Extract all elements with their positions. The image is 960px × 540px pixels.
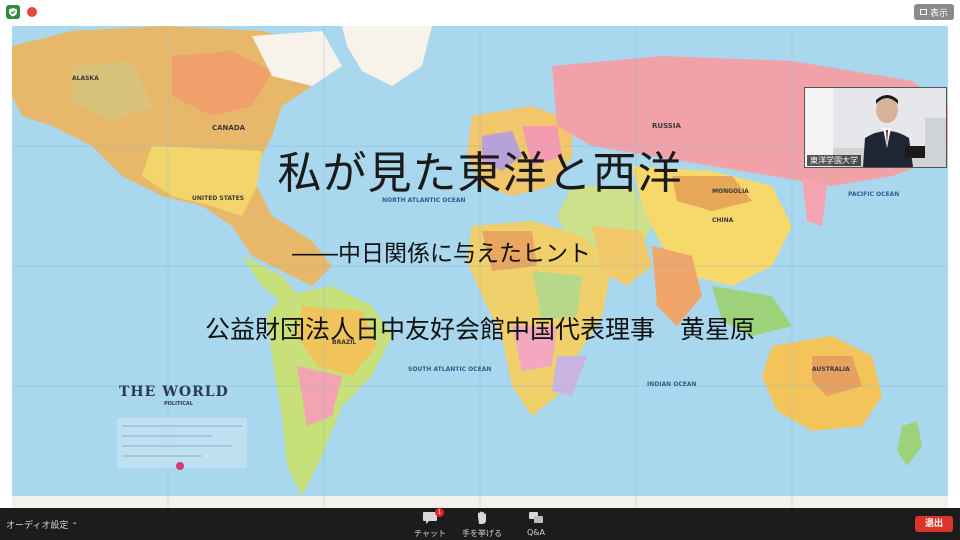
map-label-alaska: ALASKA	[72, 75, 99, 82]
view-button-label: 表示	[929, 8, 948, 19]
view-button[interactable]: 表示	[913, 4, 954, 20]
audio-settings-button[interactable]: オーディオ設定 ⌃	[6, 518, 78, 531]
qa-button[interactable]: Q&A	[514, 511, 558, 537]
raise-hand-icon	[474, 511, 490, 525]
chat-badge: 1	[435, 508, 444, 517]
slide-subtitle: ――中日関係に与えたヒント	[292, 241, 591, 267]
map-legend-subtitle: POLITICAL	[164, 401, 193, 407]
raise-hand-button[interactable]: 手を挙げる	[460, 511, 504, 539]
map-label-russia: RUSSIA	[652, 122, 681, 130]
security-shield-icon[interactable]	[6, 5, 20, 19]
audio-settings-label: オーディオ設定	[6, 521, 69, 531]
meeting-top-bar: 表示	[0, 0, 960, 24]
participant-video-tile[interactable]: 東洋学園大学	[804, 87, 947, 168]
map-label-australia: AUSTRALIA	[812, 366, 850, 373]
map-label-south-atlantic: SOUTH ATLANTIC OCEAN	[408, 366, 491, 373]
participant-name: 東洋学園大学	[807, 155, 861, 166]
slide-author: 公益財団法人日中友好会館中国代表理事 黄星原	[204, 315, 755, 344]
map-label-china: CHINA	[712, 217, 734, 224]
qa-label: Q&A	[526, 528, 545, 537]
view-grid-icon	[919, 9, 927, 15]
chat-button[interactable]: 1 チャット	[408, 508, 452, 539]
map-label-indian-ocean: INDIAN OCEAN	[647, 381, 697, 388]
map-legend-title: THE WORLD	[119, 384, 229, 400]
raise-hand-label: 手を挙げる	[462, 529, 502, 538]
meeting-controls-bar: オーディオ設定 ⌃ 1 チャット 手を挙げる Q&A 退出	[0, 508, 960, 540]
qa-icon	[528, 511, 544, 525]
map-label-canada: CANADA	[212, 124, 246, 132]
recording-indicator-icon	[27, 7, 37, 17]
chat-label: チャット	[414, 529, 446, 538]
chat-icon: 1	[422, 508, 444, 525]
chevron-up-icon: ⌃	[71, 521, 79, 530]
leave-button[interactable]: 退出	[915, 516, 953, 532]
